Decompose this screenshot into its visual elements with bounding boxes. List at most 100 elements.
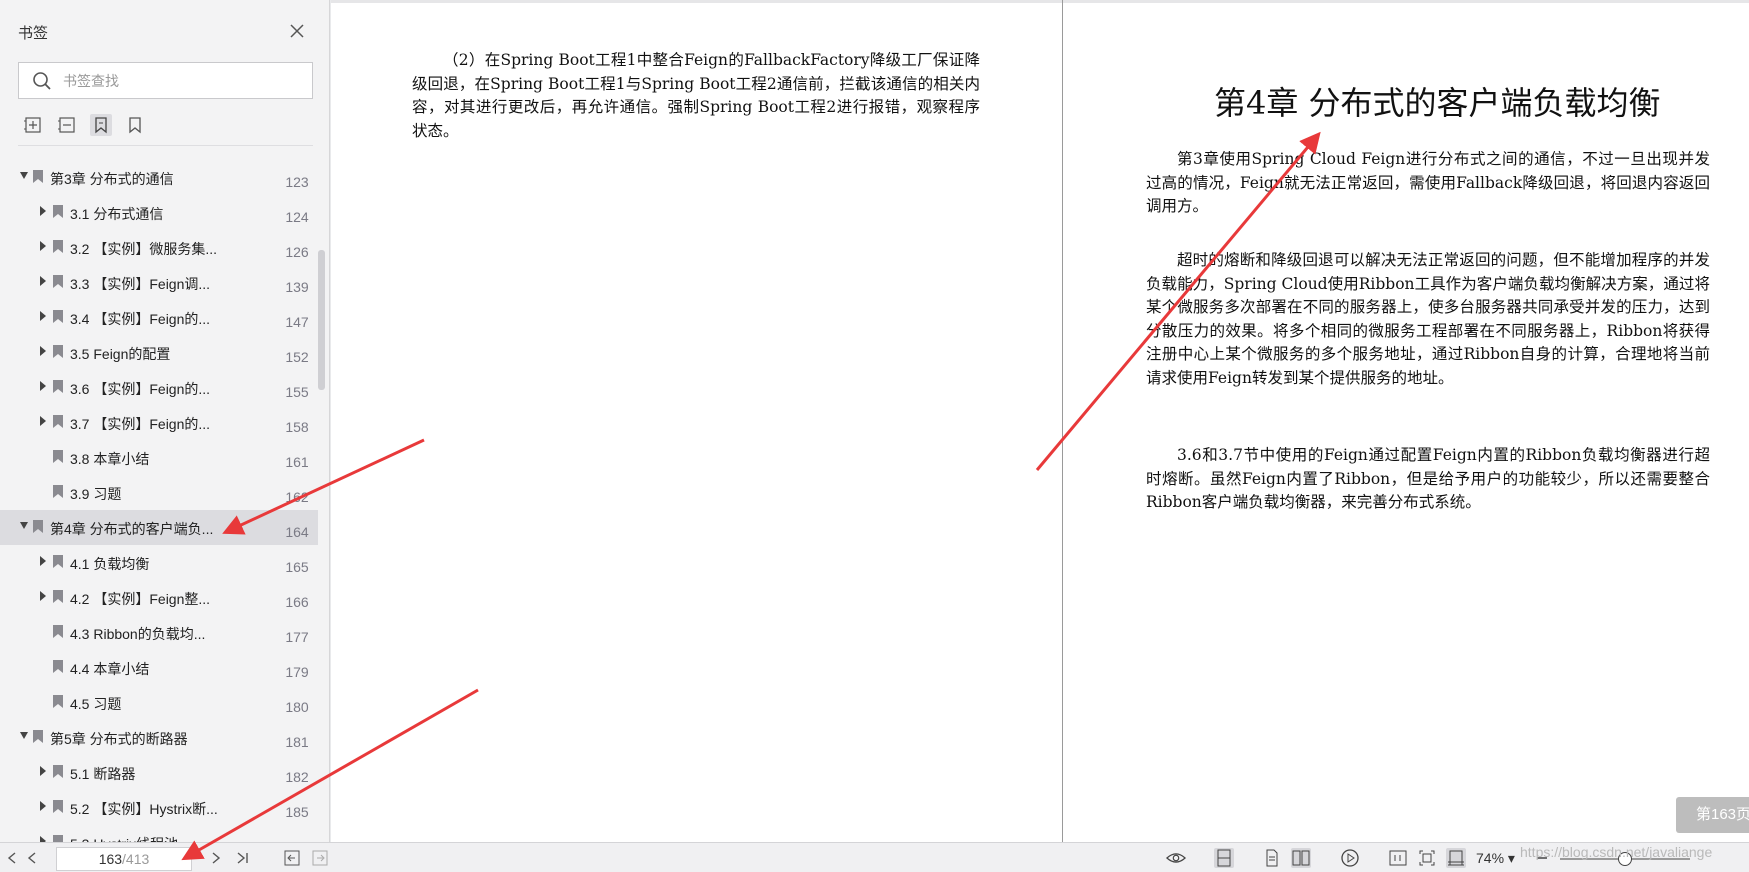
two-page-view-icon[interactable]	[1291, 848, 1311, 868]
last-page-icon[interactable]	[232, 848, 252, 868]
sidebar-scrollbar[interactable]	[318, 250, 325, 390]
page-divider	[1062, 0, 1063, 842]
bookmark-item[interactable]: 4.3 Ribbon的负载均... 177	[0, 615, 318, 650]
bookmark-item[interactable]: 5.3 Hystrix线程池...	[0, 825, 318, 842]
bookmark-item[interactable]: 4.2 【实例】Feign整... 166	[0, 580, 318, 615]
eye-icon[interactable]	[1166, 848, 1186, 868]
bookmark-active-icon[interactable]	[90, 114, 112, 136]
bookmark-icon	[53, 835, 63, 842]
bookmark-item[interactable]: 第5章 分布式的断路器 181	[0, 720, 318, 755]
collapse-all-icon[interactable]	[56, 114, 78, 136]
zoom-level[interactable]: 74% ▾	[1476, 850, 1515, 867]
caret-down-icon[interactable]	[20, 172, 28, 179]
caret-right-icon[interactable]	[40, 556, 46, 566]
bookmark-item[interactable]: 3.2 【实例】微服务集... 126	[0, 230, 318, 265]
caret-down-icon[interactable]	[20, 732, 28, 739]
bookmark-item[interactable]: 3.1 分布式通信 124	[0, 195, 318, 230]
bookmark-icon	[53, 695, 63, 708]
watermark: https://blog.csdn.net/javaliange	[1520, 844, 1713, 860]
bookmark-item[interactable]: 4.1 负载均衡 165	[0, 545, 318, 580]
bookmark-label: 5.2 【实例】Hystrix断...	[70, 801, 218, 817]
paragraph-2: 超时的熔断和降级回退可以解决无法正常返回的问题，但不能增加程序的并发负载能力，S…	[1146, 251, 1710, 387]
bookmark-page-number: 181	[285, 734, 309, 750]
caret-right-icon[interactable]	[40, 206, 46, 216]
fit-page-icon[interactable]	[1417, 848, 1437, 868]
bookmark-label: 5.3 Hystrix线程池...	[70, 834, 190, 842]
sidebar-title: 书签	[18, 25, 49, 42]
chapter-title: 第4章 分布式的客户端负载均衡	[1214, 84, 1661, 122]
caret-right-icon[interactable]	[40, 381, 46, 391]
bookmark-search-input[interactable]	[63, 69, 303, 93]
close-icon[interactable]	[286, 20, 308, 42]
continuous-view-icon[interactable]	[1262, 848, 1282, 868]
caret-down-icon[interactable]	[20, 522, 28, 529]
bookmark-page-number: 179	[285, 664, 309, 680]
prev-page-icon[interactable]	[22, 848, 42, 868]
bookmark-icon	[53, 660, 63, 673]
bookmark-page-number: 139	[285, 279, 309, 295]
caret-right-icon[interactable]	[40, 766, 46, 776]
bookmark-item[interactable]: 3.8 本章小结 161	[0, 440, 318, 475]
bookmark-page-number: 152	[285, 349, 309, 365]
search-icon	[33, 72, 51, 90]
caret-right-icon[interactable]	[40, 276, 46, 286]
bookmark-item[interactable]: 第3章 分布式的通信 123	[0, 160, 318, 195]
bookmark-icon	[53, 590, 63, 603]
bookmark-item[interactable]: 3.3 【实例】Feign调... 139	[0, 265, 318, 300]
single-page-view-icon[interactable]	[1214, 848, 1234, 868]
next-page-icon[interactable]	[206, 848, 226, 868]
bookmark-icon	[53, 205, 63, 218]
bookmark-icon	[53, 765, 63, 778]
bookmark-page-number: 161	[285, 454, 309, 470]
forward-icon[interactable]	[310, 848, 330, 868]
bookmark-toolbar	[22, 114, 146, 136]
bookmark-label: 4.2 【实例】Feign整...	[70, 591, 211, 607]
bookmark-label: 3.8 本章小结	[70, 451, 150, 467]
bookmark-page-number: 165	[285, 559, 309, 575]
bookmark-label: 3.9 习题	[70, 486, 122, 502]
bookmark-page-number: 155	[285, 384, 309, 400]
bookmark-icon	[53, 800, 63, 813]
paragraph-3: 3.6和3.7节中使用的Feign通过配置Feign内置的Ribbon负载均衡器…	[1146, 446, 1710, 511]
page-number-input[interactable]: 163/413	[56, 847, 192, 871]
bookmark-label: 第3章 分布式的通信	[50, 171, 174, 187]
caret-right-icon[interactable]	[40, 801, 46, 811]
bookmark-item[interactable]: 3.7 【实例】Feign的... 158	[0, 405, 318, 440]
total-pages: /413	[122, 851, 150, 867]
bookmark-item[interactable]: 5.2 【实例】Hystrix断... 185	[0, 790, 318, 825]
bookmark-item[interactable]: 4.5 习题 180	[0, 685, 318, 720]
bookmark-page-number: 147	[285, 314, 309, 330]
bookmark-icon	[53, 625, 63, 638]
bookmark-page-number: 124	[285, 209, 309, 225]
bookmark-page-number: 180	[285, 699, 309, 715]
caret-right-icon[interactable]	[40, 416, 46, 426]
bookmark-item[interactable]: 3.5 Feign的配置 152	[0, 335, 318, 370]
bookmark-label: 3.7 【实例】Feign的...	[70, 416, 211, 432]
first-page-icon[interactable]	[2, 848, 22, 868]
bookmark-label: 4.3 Ribbon的负载均...	[70, 626, 206, 642]
bookmark-icon[interactable]	[124, 114, 146, 136]
bookmark-page-number: 182	[285, 769, 309, 785]
caret-right-icon[interactable]	[40, 241, 46, 251]
caret-right-icon[interactable]	[40, 591, 46, 601]
bookmark-label: 3.1 分布式通信	[70, 206, 164, 222]
bookmark-item[interactable]: 5.1 断路器 182	[0, 755, 318, 790]
bookmark-icon	[53, 415, 63, 428]
play-icon[interactable]	[1340, 848, 1360, 868]
bookmark-item[interactable]: 3.6 【实例】Feign的... 155	[0, 370, 318, 405]
back-icon[interactable]	[282, 848, 302, 868]
actual-size-icon[interactable]	[1388, 848, 1408, 868]
caret-right-icon[interactable]	[40, 311, 46, 321]
bookmark-icon	[53, 275, 63, 288]
expand-all-icon[interactable]	[22, 114, 44, 136]
bookmark-page-number: 185	[285, 804, 309, 820]
bookmark-item[interactable]: 3.9 习题 162	[0, 475, 318, 510]
caret-right-icon[interactable]	[40, 346, 46, 356]
bookmark-item[interactable]: 4.4 本章小结 179	[0, 650, 318, 685]
bookmark-search-box[interactable]	[18, 62, 313, 99]
fit-width-icon[interactable]	[1446, 848, 1466, 868]
bookmark-icon	[33, 520, 43, 533]
bookmark-item[interactable]: 3.4 【实例】Feign的... 147	[0, 300, 318, 335]
bookmark-icon	[33, 730, 43, 743]
bookmark-item[interactable]: 第4章 分布式的客户端负... 164	[0, 510, 318, 545]
